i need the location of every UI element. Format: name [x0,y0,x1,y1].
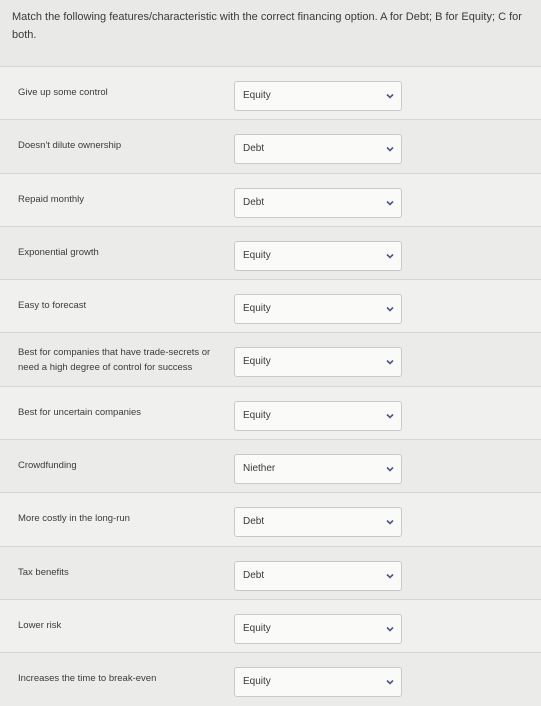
select-value: Debt [243,196,265,208]
chevron-down-icon [385,304,395,314]
answer-select[interactable]: Equity [234,347,402,378]
answer-select[interactable]: Equity [234,613,402,644]
select-value: Equity [243,622,271,634]
answer-select[interactable]: Equity [234,240,402,271]
select-value: Debt [243,143,265,155]
question-label: Increases the time to break-even [18,673,157,685]
select-value: Debt [243,516,265,528]
list-item: Tax benefits Debt [0,545,541,599]
answer-select[interactable]: Niether [234,454,402,485]
chevron-down-icon [385,411,395,421]
answer-select[interactable]: Equity [234,81,402,111]
select-value: Equity [243,249,271,261]
chevron-down-icon [385,91,395,101]
chevron-down-icon [385,251,395,261]
select-value: Equity [243,356,271,368]
list-item: More costly in the long-run Debt [0,492,541,546]
list-item: Lower risk Equity [0,598,541,653]
answer-select[interactable]: Equity [234,667,402,698]
select-value: Equity [243,303,271,315]
question-label: Best for uncertain companies [18,406,142,418]
question-label: Give up some control [18,87,108,98]
chevron-down-icon [385,144,395,154]
question-label: Best for companies that have trade-secre… [18,347,211,374]
list-item: Best for uncertain companies Equity [0,385,541,440]
matching-list: Give up some control Equity Doesn't dilu… [0,66,541,706]
answer-select[interactable]: Debt [234,560,402,591]
answer-select[interactable]: Debt [234,187,402,218]
chevron-down-icon [385,677,395,687]
question-label: Crowdfunding [18,460,77,472]
question-label: Exponential growth [18,246,99,258]
list-item: Doesn't dilute ownership Debt [0,119,541,173]
chevron-down-icon [385,517,395,527]
select-value: Niether [243,463,276,475]
chevron-down-icon [385,571,395,581]
chevron-down-icon [385,624,395,634]
instructions-text: Match the following features/characteris… [12,11,522,41]
answer-select[interactable]: Equity [234,294,402,325]
select-value: Equity [243,409,271,421]
list-item: Increases the time to break-even Equity [0,652,541,706]
chevron-down-icon [385,198,395,208]
list-item: Crowdfunding Niether [0,439,541,493]
question-label: Tax benefits [18,566,69,578]
list-item: Exponential growth Equity [0,225,541,280]
question-label: Repaid monthly [18,193,85,205]
select-value: Debt [243,569,265,581]
question-label: Doesn't dilute ownership [18,140,122,152]
list-item: Easy to forecast Equity [0,279,541,333]
chevron-down-icon [385,464,395,474]
question-label: Easy to forecast [18,300,87,312]
list-item: Best for companies that have trade-secre… [0,332,541,386]
answer-select[interactable]: Debt [234,507,402,538]
question-label: More costly in the long-run [18,513,130,525]
list-item: Repaid monthly Debt [0,172,541,226]
chevron-down-icon [385,357,395,367]
select-value: Equity [243,676,271,688]
answer-select[interactable]: Equity [234,400,402,431]
select-value: Equity [243,90,271,101]
answer-select[interactable]: Debt [234,134,402,165]
question-label: Lower risk [18,619,62,631]
list-item: Give up some control Equity [0,66,541,120]
